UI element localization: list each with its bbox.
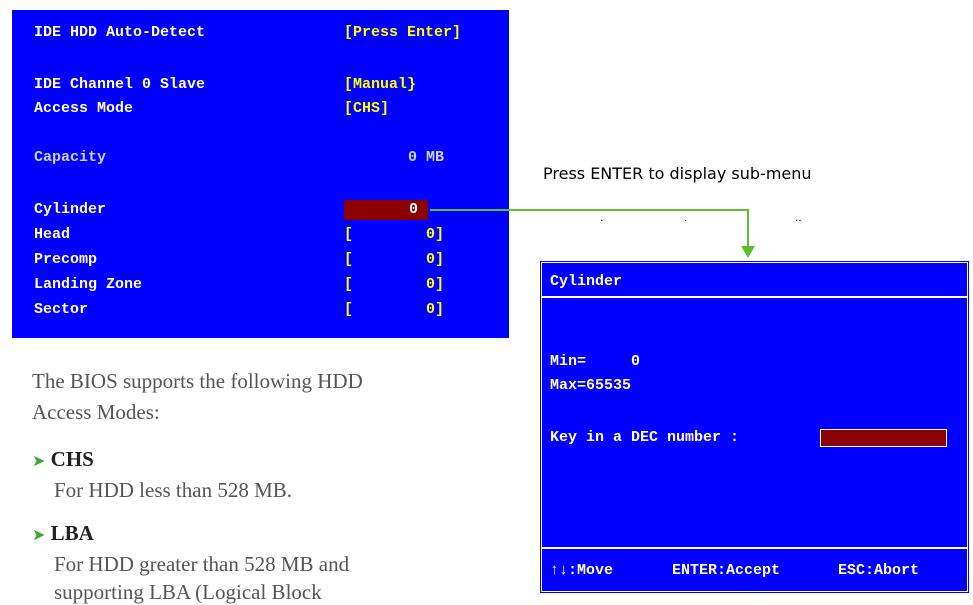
precomp-label: Precomp: [34, 251, 98, 268]
mode-lba-item: ➤ LBA: [32, 521, 94, 546]
landing-zone-label: Landing Zone: [34, 276, 143, 293]
max-line: Max=65535: [550, 377, 632, 394]
arrow-head-icon: [741, 246, 755, 258]
footer-accept-hint: ENTER:Accept: [672, 562, 781, 579]
submenu-footer: ↑↓:Move ENTER:Accept ESC:Abort: [542, 547, 967, 591]
sector-value[interactable]: 0]: [426, 300, 444, 320]
submenu-titlebar: Cylinder: [542, 263, 967, 298]
channel-row[interactable]: IDE Channel 0 Slave [Manual}: [34, 75, 504, 95]
capacity-value: 0 MB: [408, 149, 445, 166]
callout-dot-3: ..: [795, 210, 802, 224]
min-line: Min= 0: [550, 353, 641, 370]
mode-chs-item: ➤ CHS: [32, 447, 94, 472]
access-mode-label: Access Mode: [34, 100, 134, 117]
submenu-title: Cylinder: [550, 273, 623, 290]
capacity-label: Capacity: [34, 149, 107, 166]
connector-arrow: [430, 209, 755, 258]
dec-number-input[interactable]: [820, 429, 947, 447]
callout-text: Press ENTER to display sub-menu: [543, 164, 812, 183]
arrow-bullet-icon: ➤: [32, 453, 46, 470]
head-label: Head: [34, 226, 71, 243]
auto-detect-value[interactable]: [Press Enter]: [344, 23, 461, 43]
callout-dot-1: .: [600, 210, 604, 224]
access-mode-value[interactable]: [CHS]: [344, 99, 389, 119]
intro-line-2: Access Modes:: [32, 400, 160, 424]
landing-zone-row[interactable]: Landing Zone [ 0]: [34, 275, 504, 295]
channel-value[interactable]: [Manual}: [344, 75, 416, 95]
intro-line-1: The BIOS supports the following HDD: [32, 369, 363, 393]
cylinder-value-highlight[interactable]: 0: [344, 200, 428, 220]
cylinder-value: 0: [408, 201, 418, 218]
head-bracket: [: [344, 226, 354, 243]
mode-lba-desc: For HDD greater than 528 MB and: [54, 552, 350, 576]
footer-move-hint: ↑↓:Move: [550, 562, 614, 579]
cylinder-submenu: Cylinder Min= 0 Max=65535 Key in a DEC n…: [539, 260, 970, 594]
mode-chs-name: CHS: [50, 447, 94, 471]
footer-abort-hint: ESC:Abort: [838, 562, 920, 579]
sector-bracket: [: [344, 301, 354, 318]
arrow-bullet-icon: ➤: [32, 527, 46, 544]
cylinder-label: Cylinder: [34, 201, 107, 218]
mode-lba-name: LBA: [50, 521, 94, 545]
auto-detect-row[interactable]: IDE HDD Auto-Detect [Press Enter]: [34, 23, 504, 43]
precomp-bracket: [: [344, 251, 354, 268]
sector-label: Sector: [34, 301, 89, 318]
mode-lba-desc-2: supporting LBA (Logical Block: [54, 580, 322, 604]
dec-prompt: Key in a DEC number :: [550, 429, 740, 446]
capacity-row: Capacity 0 MB: [34, 148, 504, 168]
mode-chs-desc: For HDD less than 528 MB.: [54, 478, 293, 502]
channel-label: IDE Channel 0 Slave: [34, 76, 206, 93]
sector-row[interactable]: Sector [ 0]: [34, 300, 504, 320]
connector-line: [430, 209, 749, 248]
landing-zone-bracket: [: [344, 276, 354, 293]
bios-settings-panel: IDE HDD Auto-Detect [Press Enter] IDE Ch…: [12, 10, 509, 338]
callout-dot-2: .: [684, 210, 688, 224]
auto-detect-label: IDE HDD Auto-Detect: [34, 24, 206, 41]
landing-zone-value[interactable]: 0]: [426, 275, 444, 295]
access-mode-row[interactable]: Access Mode [CHS]: [34, 99, 504, 119]
